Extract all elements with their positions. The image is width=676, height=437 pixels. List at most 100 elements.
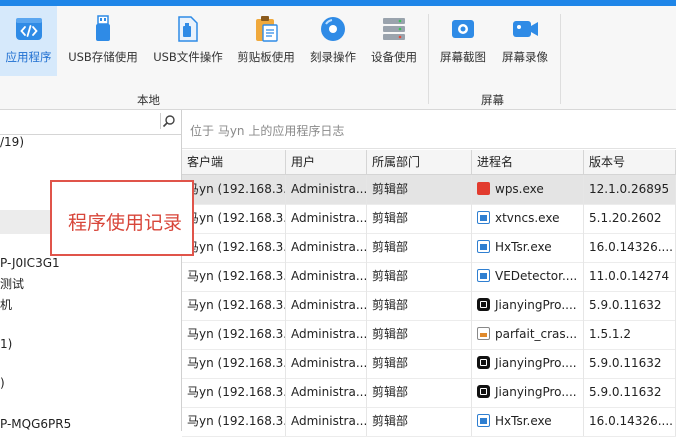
- cell-process-text: xtvncs.exe: [495, 211, 560, 225]
- table-row[interactable]: 马yn (192.168.3... Administra... 剪辑部 Jianyin…: [182, 378, 676, 408]
- tree-node[interactable]: 1): [0, 337, 12, 351]
- cell-version: 16.0.14326....: [584, 233, 676, 262]
- cell-department-text: 剪辑部: [372, 385, 409, 399]
- toolbar-screen-record-label: 屏幕录像: [502, 50, 548, 64]
- cell-process: HxTsr.exe: [472, 233, 584, 262]
- toolbar-clipboard-label: 剪贴板使用: [237, 50, 295, 64]
- document-icon: [477, 327, 490, 340]
- toolbar-usb-file-button[interactable]: USB文件操作: [148, 6, 228, 76]
- video-icon: [513, 21, 538, 37]
- cell-user-text: Administra...: [291, 298, 367, 312]
- table-row[interactable]: 马yn (192.168.3... Administra... 剪辑部 Jianyin…: [182, 349, 676, 379]
- cell-client-text: 马yn (192.168.3...: [187, 327, 286, 341]
- group-label-local: 本地: [137, 93, 160, 107]
- cell-version: 12.1.0.26895: [584, 175, 676, 204]
- cell-user: Administra...: [286, 204, 367, 233]
- cell-user-text: Administra...: [291, 356, 367, 370]
- search-icon[interactable]: [160, 113, 177, 129]
- cell-client-text: 马yn (192.168.3...: [187, 385, 286, 399]
- toolbar-screen-record-button[interactable]: 屏幕录像: [496, 6, 554, 76]
- cell-client: 马yn (192.168.3...: [182, 349, 286, 378]
- toolbar-usb-storage-label: USB存储使用: [68, 50, 138, 64]
- tree-search-box[interactable]: [0, 110, 181, 135]
- cell-process: parfait_cras...: [472, 320, 584, 349]
- table-row[interactable]: 马yn (192.168.3... Administra... 剪辑部 parfait…: [182, 320, 676, 350]
- table-row[interactable]: 马yn (192.168.3... Administra... 剪辑部 VEDetec…: [182, 262, 676, 292]
- toolbar-screenshot-label: 屏幕截图: [440, 50, 486, 64]
- cell-user: Administra...: [286, 233, 367, 262]
- column-header-client[interactable]: 客户端: [182, 150, 286, 174]
- cell-client-text: 马yn (192.168.3...: [187, 414, 286, 428]
- cell-client-text: 马yn (192.168.3...: [187, 269, 286, 283]
- cell-version-text: 12.1.0.26895: [589, 182, 670, 196]
- usb-icon: [96, 15, 110, 41]
- cell-department: 剪辑部: [367, 262, 472, 291]
- cell-user-text: Administra...: [291, 385, 367, 399]
- cell-version: 11.0.0.14274: [584, 262, 676, 291]
- tree-node[interactable]: /19): [0, 135, 24, 149]
- column-header-process[interactable]: 进程名: [472, 150, 584, 174]
- cell-client: 马yn (192.168.3...: [182, 291, 286, 320]
- toolbar-device-label: 设备使用: [371, 50, 417, 64]
- log-search-bar[interactable]: 位于 马yn 上的应用程序日志: [182, 110, 676, 149]
- toolbar-apps-button[interactable]: 应用程序: [0, 6, 57, 76]
- table-row[interactable]: 马yn (192.168.3... Administra... 剪辑部 xtvncs.…: [182, 204, 676, 234]
- cell-process-text: wps.exe: [495, 182, 544, 196]
- table-row[interactable]: 马yn (192.168.3... Administra... 剪辑部 Jianyin…: [182, 291, 676, 321]
- cell-version-text: 1.5.1.2: [589, 327, 631, 341]
- table-row[interactable]: 马yn (192.168.3... Administra... 剪辑部 wps.exe…: [182, 175, 676, 205]
- group-divider: [560, 14, 561, 104]
- capcut-icon: [477, 298, 490, 311]
- cell-client: 马yn (192.168.3...: [182, 175, 286, 204]
- tree-node[interactable]: 机: [0, 296, 12, 313]
- annotation-callout: 程序使用记录: [50, 180, 194, 256]
- device-icon: [383, 18, 405, 40]
- cell-process: JianyingPro....: [472, 378, 584, 407]
- cell-user: Administra...: [286, 378, 367, 407]
- tree-node[interactable]: ): [0, 376, 5, 390]
- cell-department: 剪辑部: [367, 291, 472, 320]
- column-header-department[interactable]: 所属部门: [367, 150, 472, 174]
- toolbar-clipboard-button[interactable]: 剪贴板使用: [232, 6, 300, 76]
- cell-user-text: Administra...: [291, 211, 367, 225]
- toolbar-device-button[interactable]: 设备使用: [366, 6, 422, 76]
- cell-department: 剪辑部: [367, 349, 472, 378]
- cell-department-text: 剪辑部: [372, 356, 409, 370]
- capcut-icon: [477, 356, 490, 369]
- table-header: 客户端 用户 所属部门 进程名 版本号: [182, 150, 676, 175]
- cell-user: Administra...: [286, 407, 367, 436]
- table-row[interactable]: 马yn (192.168.3... Administra... 剪辑部 HxTsr.e…: [182, 407, 676, 437]
- table-row[interactable]: 马yn (192.168.3... Administra... 剪辑部 HxTsr.e…: [182, 233, 676, 263]
- tree-node[interactable]: 测试: [0, 275, 24, 292]
- cell-client-text: 马yn (192.168.3...: [187, 240, 286, 254]
- cell-process-text: JianyingPro....: [495, 298, 577, 312]
- tree-node[interactable]: P-MQG6PR5: [0, 417, 71, 431]
- capcut-icon: [477, 385, 490, 398]
- window-icon: [477, 211, 490, 224]
- toolbar-burn-button[interactable]: 刻录操作: [304, 6, 362, 76]
- window-icon: [477, 269, 490, 282]
- cell-department: 剪辑部: [367, 204, 472, 233]
- toolbar-screenshot-button[interactable]: 屏幕截图: [436, 6, 490, 76]
- column-header-user[interactable]: 用户: [286, 150, 367, 174]
- toolbar-usb-storage-button[interactable]: USB存储使用: [62, 6, 144, 76]
- cell-process: JianyingPro....: [472, 349, 584, 378]
- cell-department-text: 剪辑部: [372, 211, 409, 225]
- cell-client: 马yn (192.168.3...: [182, 407, 286, 436]
- cell-version: 5.1.20.2602: [584, 204, 676, 233]
- log-search-placeholder: 位于 马yn 上的应用程序日志: [190, 124, 345, 138]
- window-icon: [477, 414, 490, 427]
- group-divider: [428, 14, 429, 104]
- cell-department: 剪辑部: [367, 407, 472, 436]
- cell-process: JianyingPro....: [472, 291, 584, 320]
- cell-department-text: 剪辑部: [372, 182, 409, 196]
- cell-process: xtvncs.exe: [472, 204, 584, 233]
- cell-client-text: 马yn (192.168.3...: [187, 356, 286, 370]
- annotation-text: 程序使用记录: [68, 212, 183, 234]
- cell-version-text: 5.9.0.11632: [589, 356, 662, 370]
- tree-node[interactable]: P-J0IC3G1: [0, 256, 60, 270]
- cell-user-text: Administra...: [291, 327, 367, 341]
- cell-department-text: 剪辑部: [372, 240, 409, 254]
- cell-version: 5.9.0.11632: [584, 378, 676, 407]
- column-header-version[interactable]: 版本号: [584, 150, 676, 174]
